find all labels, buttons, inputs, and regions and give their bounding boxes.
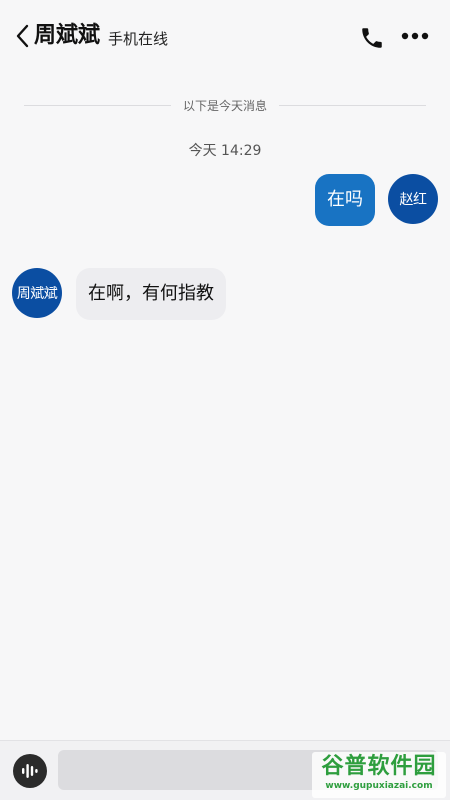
online-status: 手机在线 bbox=[108, 30, 169, 48]
my-avatar[interactable]: 赵红 bbox=[388, 174, 438, 224]
divider-line-left bbox=[24, 104, 171, 106]
contact-name: 周斌斌 bbox=[34, 23, 101, 48]
voice-input-button[interactable] bbox=[13, 754, 47, 788]
phone-icon bbox=[362, 28, 382, 48]
call-button[interactable] bbox=[358, 24, 386, 52]
more-dots-icon bbox=[401, 32, 429, 40]
divider-text: 以下是今天消息 bbox=[183, 98, 268, 113]
input-bar bbox=[0, 740, 450, 800]
message-timestamp: 今天 14:29 bbox=[188, 143, 262, 159]
today-divider: 以下是今天消息 bbox=[24, 94, 427, 116]
chat-header: 周斌斌 手机在线 bbox=[0, 0, 450, 72]
chevron-left-icon bbox=[16, 24, 29, 48]
outgoing-message-bubble[interactable]: 在吗 bbox=[315, 174, 375, 226]
voice-wave-icon bbox=[22, 764, 38, 778]
more-button[interactable] bbox=[400, 24, 430, 48]
divider-line-right bbox=[279, 104, 427, 106]
back-button[interactable] bbox=[10, 22, 34, 50]
contact-avatar[interactable]: 周斌斌 bbox=[12, 268, 62, 318]
incoming-message-bubble[interactable]: 在啊，有何指教 bbox=[76, 268, 226, 320]
message-input[interactable] bbox=[58, 750, 438, 790]
